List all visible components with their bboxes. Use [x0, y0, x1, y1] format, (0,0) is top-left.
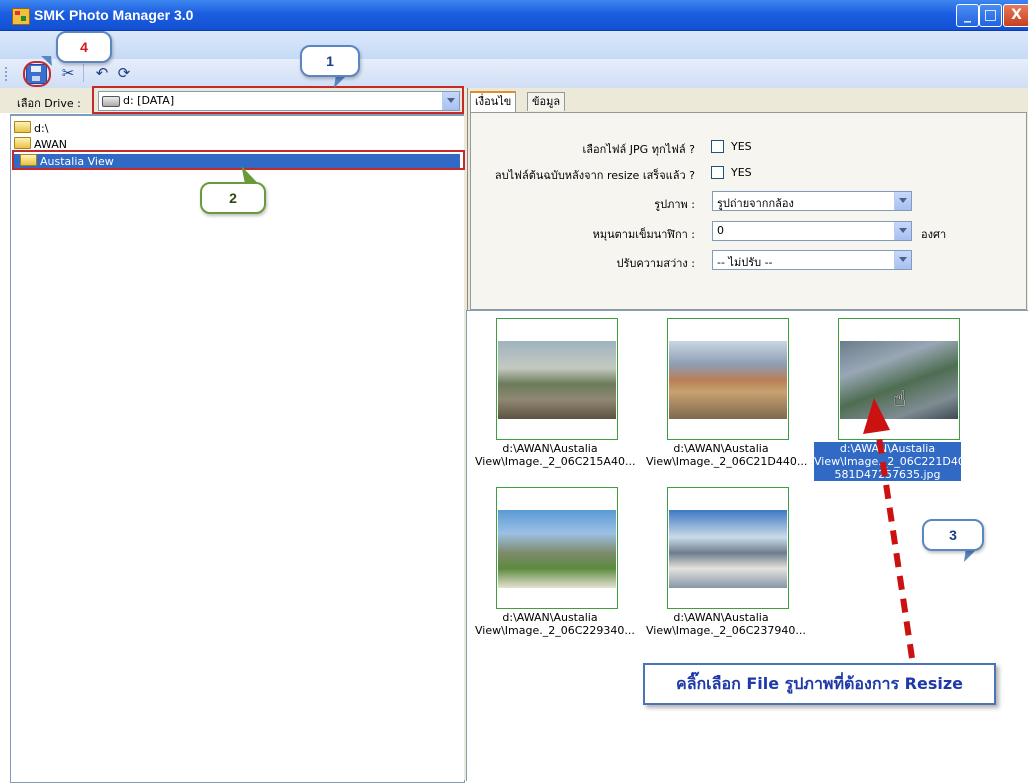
app-icon [12, 8, 30, 25]
tree-node-drive[interactable]: d:\ [14, 121, 48, 135]
thumbnail-caption: d:\AWAN\Austalia View\Image._2_06C229340… [475, 611, 635, 637]
select-all-jpg-yes: YES [731, 140, 752, 153]
arrow-shaft [875, 429, 915, 659]
callout-2: 2 [200, 182, 266, 214]
tab-file-info[interactable]: ข้อมูลไฟล์ภาพ [527, 92, 566, 144]
photo-lake-village [498, 341, 616, 419]
callout-1: 1 [300, 45, 360, 77]
hand-cursor-icon: ☝ [893, 387, 907, 412]
image-type-label: รูปภาพ : [654, 198, 695, 211]
callout-3: 3 [922, 519, 984, 551]
toolbar-separator [83, 64, 84, 82]
photo-church-cemetery [498, 510, 616, 588]
thumbnail-image[interactable] [667, 487, 789, 609]
delete-original-label: ลบไฟล์ต้นฉบับหลังจาก resize เสร็จแล้ว ? [494, 169, 695, 182]
tab-conditions[interactable]: เงื่อนไข [470, 91, 517, 113]
rotate-label: หมุนตามเข็มนาฬิกา : [592, 228, 695, 241]
thumbnail-image[interactable] [496, 318, 618, 440]
menu-strip [0, 31, 1028, 59]
tree-node-awan[interactable]: AWAN [14, 137, 67, 151]
chevron-down-icon[interactable] [894, 192, 911, 210]
select-all-jpg-label: เลือกไฟล์ JPG ทุกไฟล์ ? [582, 143, 695, 156]
folder-tree[interactable]: d:\ AWAN Austalia View [10, 114, 465, 783]
title-bar: SMK Photo Manager 3.0 _ □ X [0, 0, 1028, 31]
refresh-icon[interactable]: ⟳ [114, 63, 134, 83]
delete-original-yes: YES [731, 166, 752, 179]
close-button[interactable]: X [1003, 4, 1028, 27]
arrow-annotation [863, 398, 915, 659]
thumbnail-image[interactable] [667, 318, 789, 440]
callout-4: 4 [56, 31, 112, 63]
rotate-unit: องศา [921, 228, 947, 241]
window-title: SMK Photo Manager 3.0 [34, 7, 194, 23]
folder-open-icon [14, 137, 31, 149]
thumbnail-caption: d:\AWAN\Austalia View\Image._2_06C215A40… [475, 442, 636, 468]
folder-open-icon [14, 121, 31, 133]
thumbnail-caption: d:\AWAN\Austalia View\Image._2_06C21D440… [646, 442, 808, 468]
image-type-select[interactable]: รูปถ่ายจากกล้อง [712, 191, 912, 211]
image-type-value: รูปถ่ายจากกล้อง [717, 197, 794, 210]
undo-icon[interactable]: ↶ [92, 63, 112, 83]
photo-town-square [669, 341, 787, 419]
photo-snowy-village [669, 510, 787, 588]
tab-panel-conditions: เลือกไฟล์ JPG ทุกไฟล์ ? YES ลบไฟล์ต้นฉบั… [470, 112, 1027, 310]
brightness-select[interactable]: -- ไม่ปรับ -- [712, 250, 912, 270]
rotate-value: 0 [717, 224, 724, 237]
thumbnail-caption: d:\AWAN\Austalia View\Image._2_06C237940… [646, 611, 806, 637]
thumbnail-image[interactable] [496, 487, 618, 609]
highlight-drive-select [92, 86, 464, 114]
toolbar [0, 59, 1028, 88]
brightness-label: ปรับความสว่าง : [616, 257, 695, 270]
brightness-value: -- ไม่ปรับ -- [717, 256, 773, 269]
chevron-down-icon[interactable] [894, 222, 911, 240]
maximize-button[interactable]: □ [979, 4, 1002, 27]
toolbar-grip[interactable] [5, 67, 9, 81]
tree-node-label: d:\ [34, 122, 49, 135]
instruction-callout: คลิ๊กเลือก File รูปภาพที่ต้องการ Resize [643, 663, 996, 705]
cut-icon[interactable]: ✂ [58, 63, 78, 83]
delete-original-checkbox[interactable] [711, 166, 724, 179]
chevron-down-icon[interactable] [894, 251, 911, 269]
drive-label: เลือก Drive : [17, 97, 81, 110]
select-all-jpg-checkbox[interactable] [711, 140, 724, 153]
arrow-head [863, 398, 890, 434]
rotate-select[interactable]: 0 [712, 221, 912, 241]
minimize-button[interactable]: _ [956, 4, 979, 27]
